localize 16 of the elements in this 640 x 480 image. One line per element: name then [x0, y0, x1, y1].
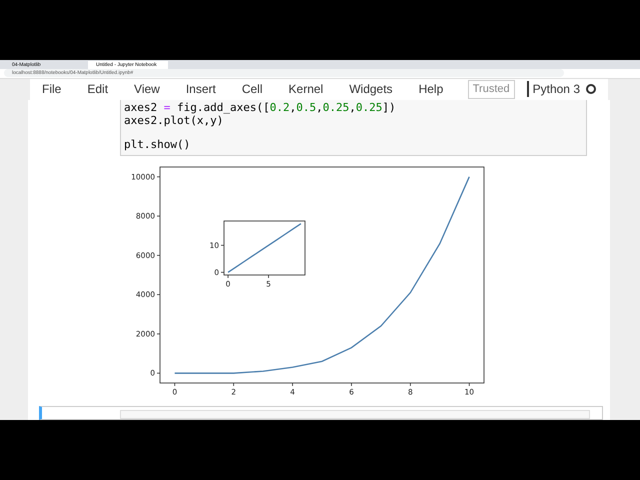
menu-item[interactable]: Kernel	[288, 80, 324, 98]
menu-item[interactable]: Help	[418, 80, 444, 98]
code-line: axes2 = fig.add_axes([0.2,0.5,0.25,0.25])	[124, 101, 396, 114]
next-cell[interactable]	[39, 406, 603, 420]
trusted-badge[interactable]: Trusted	[468, 80, 515, 99]
menu-item[interactable]: Widgets	[349, 80, 393, 98]
menu-item[interactable]: File	[42, 80, 62, 98]
code-cell[interactable]: axes2 = fig.add_axes([0.2,0.5,0.25,0.25]) axes2.plot(x,y) plt.show()	[120, 100, 587, 156]
menu-item[interactable]: View	[134, 80, 160, 98]
code-line: axes2.plot(x,y)	[124, 114, 224, 128]
menu-item[interactable]: Insert	[186, 80, 216, 98]
code-line: plt.show()	[124, 138, 190, 152]
kernel-idle-icon	[586, 84, 596, 94]
kernel-name: Python 3	[532, 81, 580, 98]
menu-item[interactable]: Edit	[87, 80, 108, 98]
menu-item[interactable]: Cell	[242, 80, 263, 98]
